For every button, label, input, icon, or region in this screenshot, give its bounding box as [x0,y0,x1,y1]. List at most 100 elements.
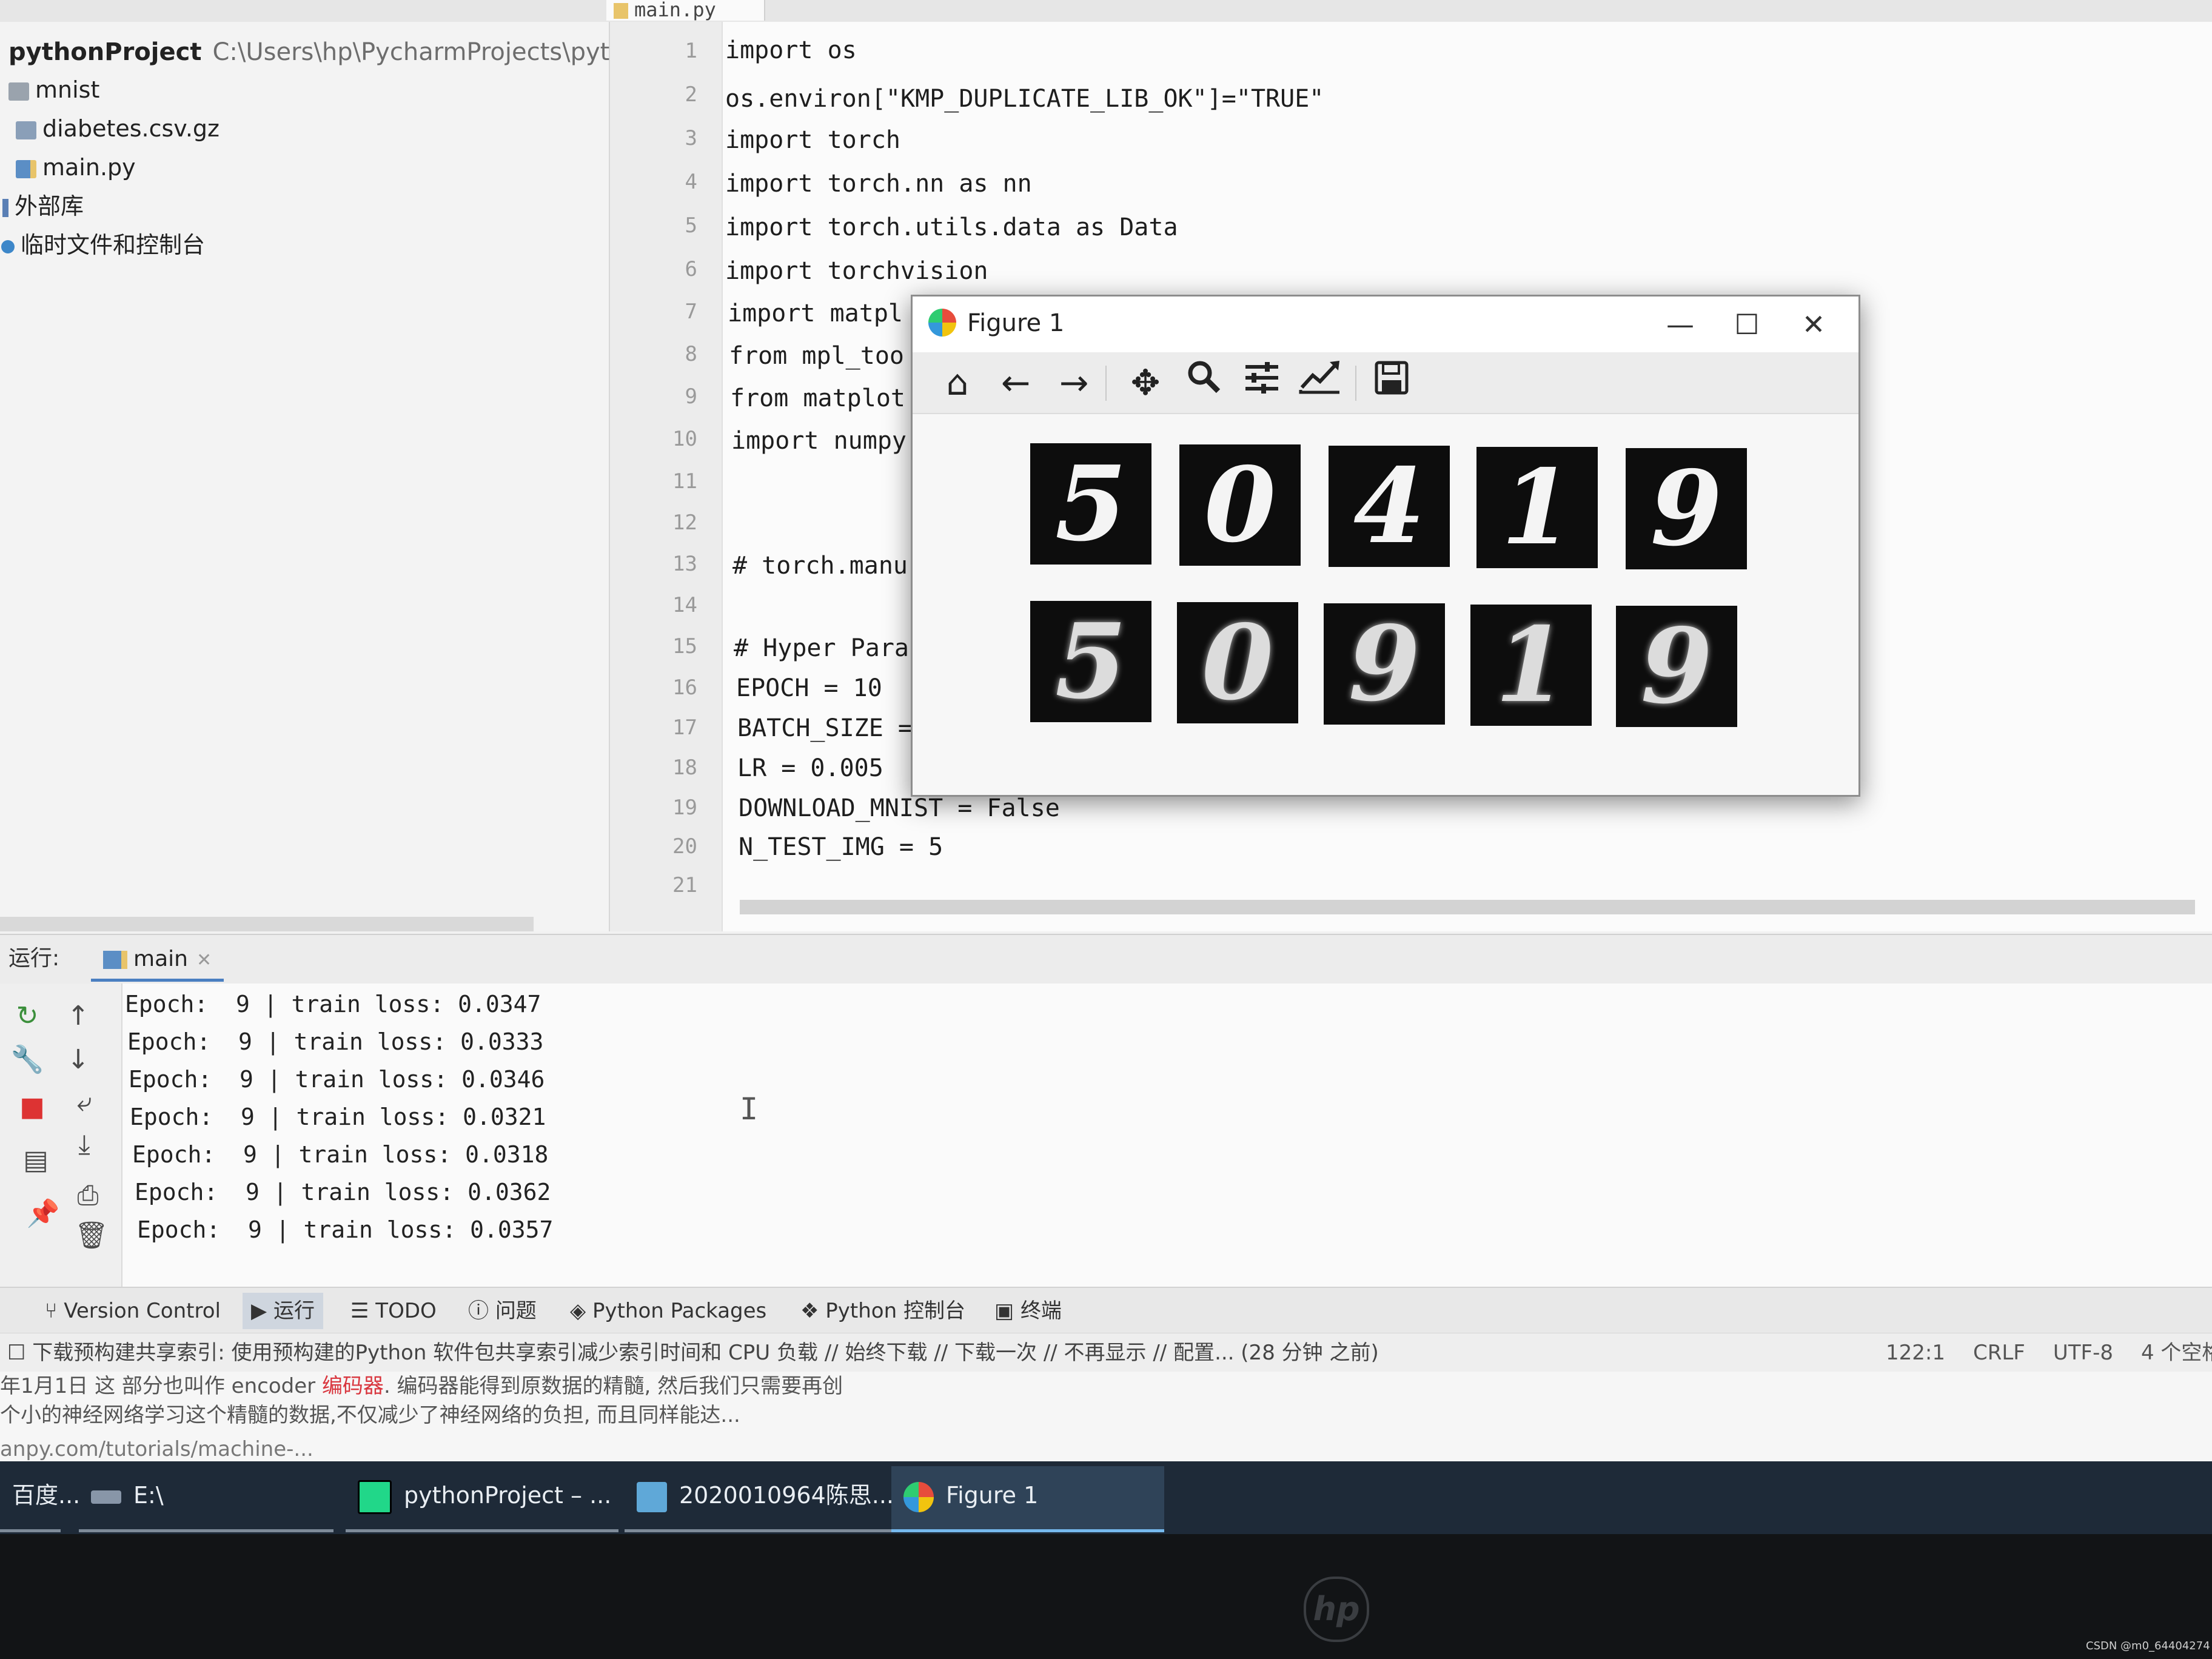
code-line[interactable]: os.environ["KMP_DUPLICATE_LIB_OK"]="TRUE… [725,85,1324,113]
console-line: Epoch: 9 | train loss: 0.0347 [125,991,541,1017]
console-line: Epoch: 9 | train loss: 0.0362 [135,1179,551,1205]
scratch-console-icon [1,240,15,253]
pan-icon[interactable]: ✥ [1121,358,1170,407]
taskbar-item-browser[interactable]: 百度... [0,1466,80,1532]
tree-item-diabetes[interactable]: diabetes.csv.gz [16,110,220,147]
pin-icon[interactable]: 📌 [22,1196,64,1232]
run-console[interactable]: Epoch: 9 | train loss: 0.0347 Epoch: 9 |… [122,984,2212,1287]
home-icon[interactable]: ⌂ [933,358,982,407]
project-root[interactable]: pythonProject C:\Users\hp\PycharmProjects… [8,34,640,70]
text-cursor-icon: I [740,1091,759,1127]
line-number: 19 [672,796,697,820]
tool-window-bar: ⑂ Version Control ▶ 运行 ☰ TODO ⓘ 问题 ◈ Pyt… [0,1287,2212,1334]
soft-wrap-icon[interactable]: ⤶ [63,1084,106,1121]
tree-item-main-py[interactable]: main.py [16,149,136,186]
project-scrollbar[interactable] [0,917,534,931]
scroll-up-icon[interactable]: ↑ [57,998,99,1034]
tree-item-scratches[interactable]: 临时文件和控制台 [1,227,205,263]
tool-window-version-control[interactable]: ⑂ Version Control [36,1293,229,1329]
code-line[interactable]: import torchvision [725,257,988,285]
code-comment[interactable]: # Hyper Para [734,634,909,662]
original-digit-image: 4 [1329,446,1450,567]
run-icon: ▶ [251,1299,273,1323]
configure-subplots-icon[interactable] [1238,358,1286,407]
code-line[interactable]: LR = 0.005 [737,754,883,782]
search-result-url[interactable]: anpy.com/tutorials/machine-... [0,1435,313,1464]
run-panel-header: 运行: main ✕ [0,934,2212,985]
python-console-icon: ❖ [800,1299,826,1323]
watermark: CSDN @m0_64404274 [2086,1640,2210,1652]
taskbar-item-document[interactable]: 2020010964陈思... [625,1466,894,1532]
zoom-icon[interactable] [1179,358,1228,407]
back-arrow-icon[interactable]: ← [991,358,1040,407]
terminal-icon: ▣ [994,1299,1021,1323]
layout-icon[interactable]: ▤ [15,1142,57,1179]
code-line[interactable]: import os [725,36,857,64]
project-root-path: C:\Users\hp\PycharmProjects\pytho [212,38,640,66]
wrench-icon[interactable]: 🔧 [6,1042,49,1078]
maximize-button[interactable]: ☐ [1723,306,1771,343]
figure-window[interactable]: Figure 1 — ☐ ✕ ⌂ ← → ✥ 5 0 4 1 9 5 0 9 1… [911,295,1860,797]
tool-window-terminal[interactable]: ▣ 终端 [986,1293,1070,1329]
code-line[interactable]: from mpl_too [729,342,904,370]
tree-item-label: diabetes.csv.gz [42,115,220,142]
print-icon[interactable]: ⎙ [67,1178,109,1214]
decoded-digit-image: 0 [1177,602,1298,723]
taskbar-item-explorer[interactable]: E:\ [79,1466,333,1532]
code-line[interactable]: import numpy [731,427,907,455]
save-icon[interactable] [1367,358,1416,407]
stop-icon[interactable]: ■ [11,1089,53,1125]
scroll-to-end-icon[interactable]: ⤓ [63,1127,106,1163]
rerun-icon[interactable]: ↻ [6,998,49,1034]
figure-toolbar: ⌂ ← → ✥ [913,352,1858,414]
original-digit-image: 9 [1626,448,1747,569]
minimize-button[interactable]: — [1656,306,1704,343]
status-message[interactable]: ☐ 下载预构建共享索引: 使用预构建的Python 软件包共享索引减少索引时间和… [7,1336,1379,1370]
tool-window-python-console[interactable]: ❖ Python 控制台 [792,1293,974,1329]
code-line[interactable]: import matpl [728,300,903,327]
close-icon[interactable]: ✕ [196,950,212,971]
line-number: 16 [672,675,697,700]
scroll-down-icon[interactable]: ↓ [57,1042,99,1078]
file-encoding[interactable]: UTF-8 [2053,1341,2113,1365]
taskbar-item-pycharm[interactable]: pythonProject – ... [346,1466,618,1532]
status-indicators: 122:1 CRLF UTF-8 4 个空格 [1886,1336,2212,1370]
library-icon [2,198,8,217]
editor-horizontal-scrollbar[interactable] [740,900,2195,914]
original-digit-image: 0 [1179,444,1301,566]
tool-window-todo[interactable]: ☰ TODO [342,1293,445,1329]
code-line[interactable]: import torch.utils.data as Data [725,213,1178,241]
code-line[interactable]: N_TEST_IMG = 5 [739,833,943,861]
line-number: 7 [685,300,697,324]
tool-window-problems[interactable]: ⓘ 问题 [460,1293,545,1329]
tree-item-mnist[interactable]: mnist [8,72,99,108]
close-button[interactable]: ✕ [1789,306,1838,343]
editor-tab-strip [0,0,2212,23]
figure-titlebar[interactable]: Figure 1 — ☐ ✕ [913,297,1858,353]
line-number: 6 [685,257,697,281]
forward-arrow-icon[interactable]: → [1050,358,1098,407]
tool-window-python-packages[interactable]: ◈ Python Packages [561,1293,775,1329]
code-line[interactable]: DOWNLOAD_MNIST = False [739,794,1060,822]
trash-icon[interactable]: 🗑 [70,1218,113,1254]
code-comment[interactable]: # torch.manu [732,552,908,580]
line-separator[interactable]: CRLF [1973,1341,2025,1365]
search-snippet-line: 年1月1日 这 部分也叫作 encoder 编码器. 编码器能得到原数据的精髓,… [0,1374,843,1398]
tree-item-external-libs[interactable]: 外部库 [2,188,84,224]
tool-window-run[interactable]: ▶ 运行 [243,1293,323,1329]
original-digit-image: 5 [1030,443,1151,565]
edit-axis-icon[interactable] [1296,358,1344,407]
code-line[interactable]: import torch [725,126,900,154]
code-line[interactable]: BATCH_SIZE = [737,714,913,742]
caret-position[interactable]: 122:1 [1886,1341,1945,1365]
code-line[interactable]: EPOCH = 10 [736,674,882,702]
console-line: Epoch: 9 | train loss: 0.0346 [129,1066,545,1093]
code-line[interactable]: import torch.nn as nn [725,170,1032,198]
indent-setting[interactable]: 4 个空格 [2141,1341,2212,1365]
code-line[interactable]: from matplot [730,384,905,412]
figure-canvas[interactable]: 5 0 4 1 9 5 0 9 1 9 [913,414,1858,795]
editor-tab-main-py[interactable]: main.py [606,0,765,21]
python-file-icon [16,159,36,178]
run-tab-main[interactable]: main ✕ [91,940,224,982]
taskbar-item-figure[interactable]: Figure 1 [891,1466,1164,1532]
